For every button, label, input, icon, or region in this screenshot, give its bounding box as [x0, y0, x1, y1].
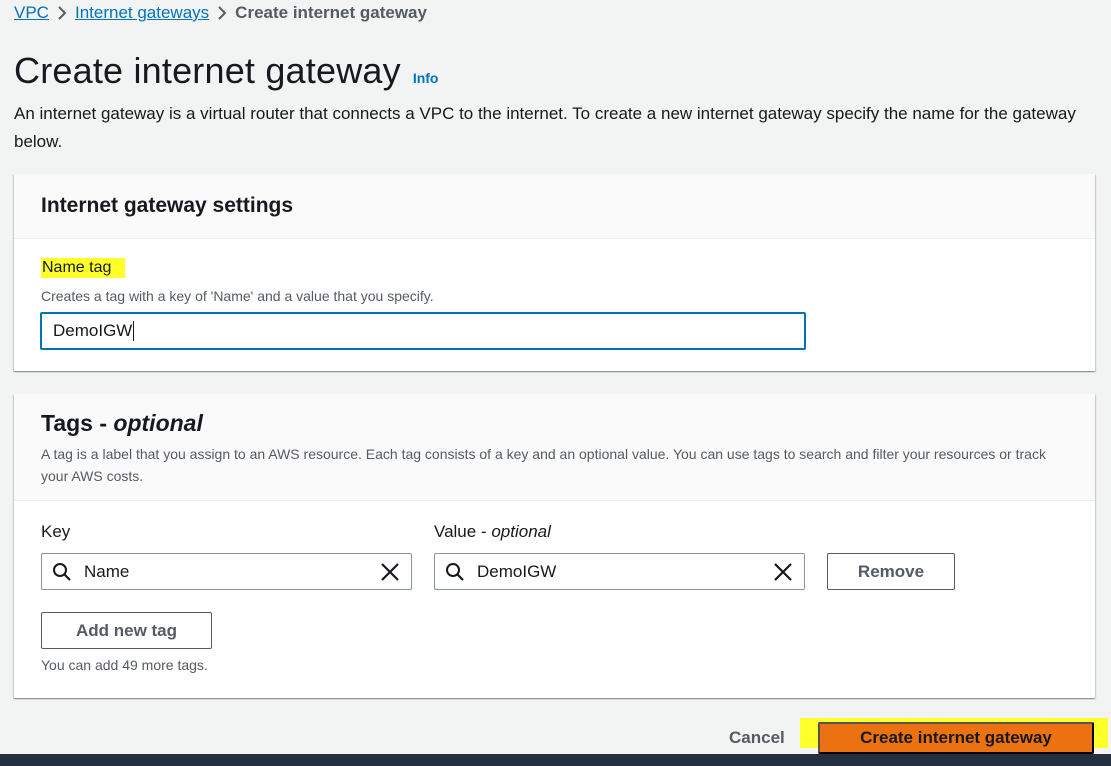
- page-header: Create internet gateway Info: [14, 50, 438, 92]
- add-new-tag-button[interactable]: Add new tag: [41, 612, 212, 649]
- value-label-optional: optional: [491, 522, 551, 541]
- search-icon: [53, 562, 71, 581]
- text-cursor: [133, 321, 135, 341]
- cancel-button[interactable]: Cancel: [729, 728, 785, 748]
- tags-title-optional: optional: [113, 410, 203, 436]
- create-internet-gateway-button[interactable]: Create internet gateway: [818, 722, 1094, 754]
- panel-header: Internet gateway settings: [14, 174, 1095, 239]
- tag-key-value: Name: [84, 561, 130, 581]
- tags-title: Tags - optional: [41, 410, 1068, 437]
- clear-icon[interactable]: [379, 561, 401, 583]
- name-tag-hint: Creates a tag with a key of 'Name' and a…: [41, 288, 434, 304]
- breadcrumb-link-vpc[interactable]: VPC: [14, 3, 49, 23]
- search-icon: [446, 562, 464, 581]
- key-column-label: Key: [41, 522, 71, 541]
- breadcrumb: VPC Internet gateways Create internet ga…: [14, 3, 427, 23]
- remaining-tags-text: You can add 49 more tags.: [41, 657, 208, 673]
- name-tag-value: DemoIGW: [53, 321, 133, 340]
- tags-panel-header: Tags - optional A tag is a label that yo…: [14, 394, 1095, 501]
- clear-icon[interactable]: [772, 561, 794, 583]
- value-column-label: Value - optional: [434, 522, 551, 542]
- tag-value-value: DemoIGW: [477, 561, 557, 581]
- tag-key-input[interactable]: Name: [41, 553, 412, 590]
- internet-gateway-settings-panel: Internet gateway settings Name tag Creat…: [14, 174, 1095, 371]
- tag-value-input[interactable]: DemoIGW: [434, 553, 805, 590]
- name-tag-label: Name tag: [41, 258, 126, 278]
- tags-title-prefix: Tags -: [41, 410, 114, 436]
- breadcrumb-link-internet-gateways[interactable]: Internet gateways: [75, 3, 209, 23]
- info-link[interactable]: Info: [413, 70, 439, 86]
- chevron-right-icon: [209, 5, 235, 21]
- tags-description: A tag is a label that you assign to an A…: [41, 446, 1046, 484]
- page-description: An internet gateway is a virtual router …: [14, 104, 1076, 151]
- page-title: Create internet gateway: [14, 50, 401, 91]
- breadcrumb-current: Create internet gateway: [235, 3, 427, 22]
- panel-title: Internet gateway settings: [41, 194, 294, 217]
- remove-tag-button[interactable]: Remove: [827, 553, 955, 590]
- tags-panel: Tags - optional A tag is a label that yo…: [14, 394, 1095, 698]
- name-tag-input[interactable]: DemoIGW: [40, 312, 806, 350]
- bottom-bar: [0, 754, 1111, 766]
- value-label-prefix: Value -: [434, 522, 492, 541]
- chevron-right-icon: [49, 5, 75, 21]
